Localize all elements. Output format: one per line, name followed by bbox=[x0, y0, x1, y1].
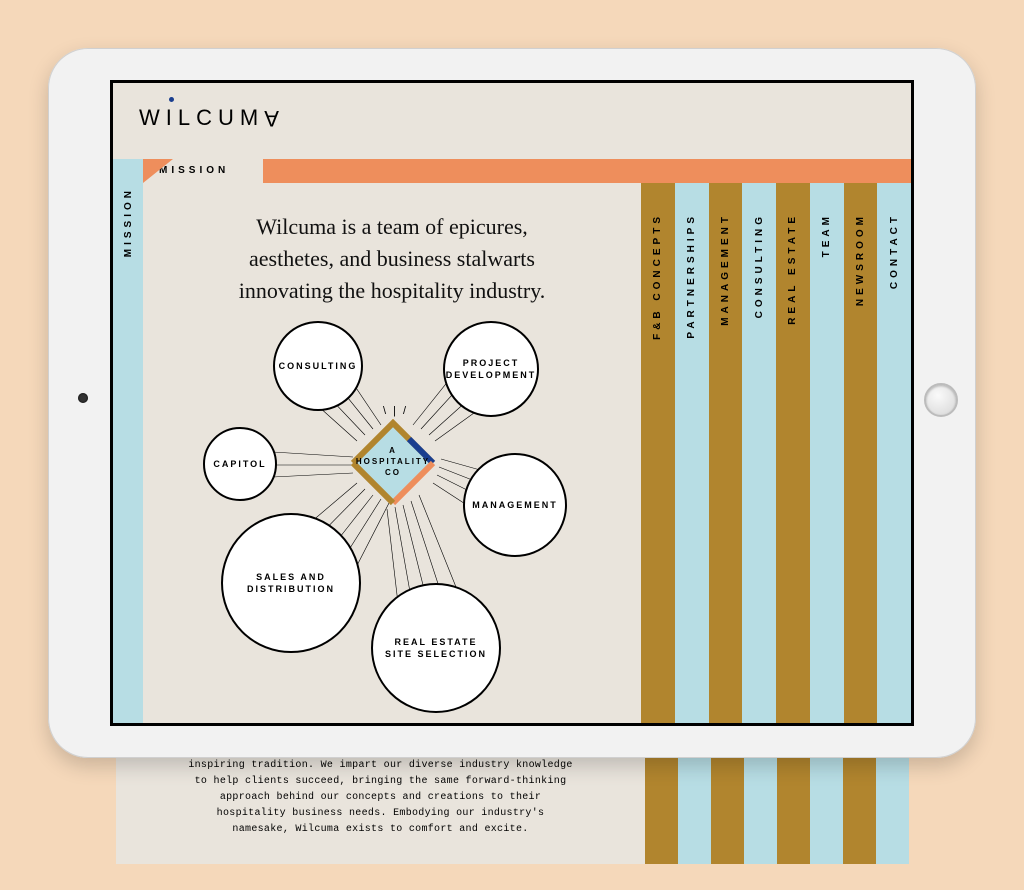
nav-item-partnerships[interactable]: PARTNERSHIPS bbox=[675, 183, 709, 723]
bubble-project-development[interactable]: PROJECTDEVELOPMENT bbox=[443, 321, 539, 417]
nav-item-contact[interactable]: CONTACT bbox=[877, 183, 911, 723]
nav-item-management[interactable]: MANAGEMENT bbox=[709, 183, 743, 723]
logo[interactable]: WILCUMA bbox=[139, 105, 911, 131]
intro-text: Wilcuma is a team of epicures, aesthetes… bbox=[143, 183, 641, 317]
nav-item-consulting[interactable]: CONSULTING bbox=[742, 183, 776, 723]
nav-item-newsroom[interactable]: NEWSROOM bbox=[844, 183, 878, 723]
tab-triangle-icon bbox=[143, 159, 173, 183]
nav-item-real-estate[interactable]: REAL ESTATE bbox=[776, 183, 810, 723]
bubble-consulting[interactable]: CONSULTING bbox=[273, 321, 363, 411]
bubble-management[interactable]: MANAGEMENT bbox=[463, 453, 567, 557]
sidebar-mission-label: MISSION bbox=[123, 187, 134, 257]
tab-accent-bar bbox=[263, 159, 641, 183]
logo-text: WILCUM bbox=[139, 105, 264, 130]
bubble-sales-distribution[interactable]: SALES ANDDISTRIBUTION bbox=[221, 513, 361, 653]
bubble-capitol[interactable]: CAPITOL bbox=[203, 427, 277, 501]
hub-diagram: \ | / AHOSPITALITYCO CONSULTING PROJECTD… bbox=[143, 317, 641, 723]
home-button[interactable] bbox=[924, 383, 958, 417]
right-nav: F&B CONCEPTS PARTNERSHIPS MANAGEMENT CON… bbox=[641, 159, 911, 723]
logo-last-letter: A bbox=[264, 105, 285, 131]
tab-row: MISSION bbox=[143, 159, 641, 183]
hub-label: AHOSPITALITYCO bbox=[356, 446, 430, 478]
header: WILCUMA bbox=[113, 83, 911, 159]
ipad-frame: WILCUMA MISSION MISSION Wilcuma is a tea… bbox=[48, 48, 976, 758]
hub: \ | / AHOSPITALITYCO bbox=[349, 419, 437, 507]
nav-item-fb-concepts[interactable]: F&B CONCEPTS bbox=[641, 183, 675, 723]
screen: WILCUMA MISSION MISSION Wilcuma is a tea… bbox=[110, 80, 914, 726]
spark-icon: \ | / bbox=[383, 405, 408, 417]
bubble-real-estate[interactable]: REAL ESTATESITE SELECTION bbox=[371, 583, 501, 713]
body-row: MISSION MISSION Wilcuma is a team of epi… bbox=[113, 159, 911, 723]
camera-icon bbox=[78, 393, 88, 403]
nav-item-team[interactable]: TEAM bbox=[810, 183, 844, 723]
logo-dot-icon bbox=[169, 97, 174, 102]
sidebar-mission[interactable]: MISSION bbox=[113, 159, 143, 723]
main-column: MISSION Wilcuma is a team of epicures, a… bbox=[143, 159, 641, 723]
